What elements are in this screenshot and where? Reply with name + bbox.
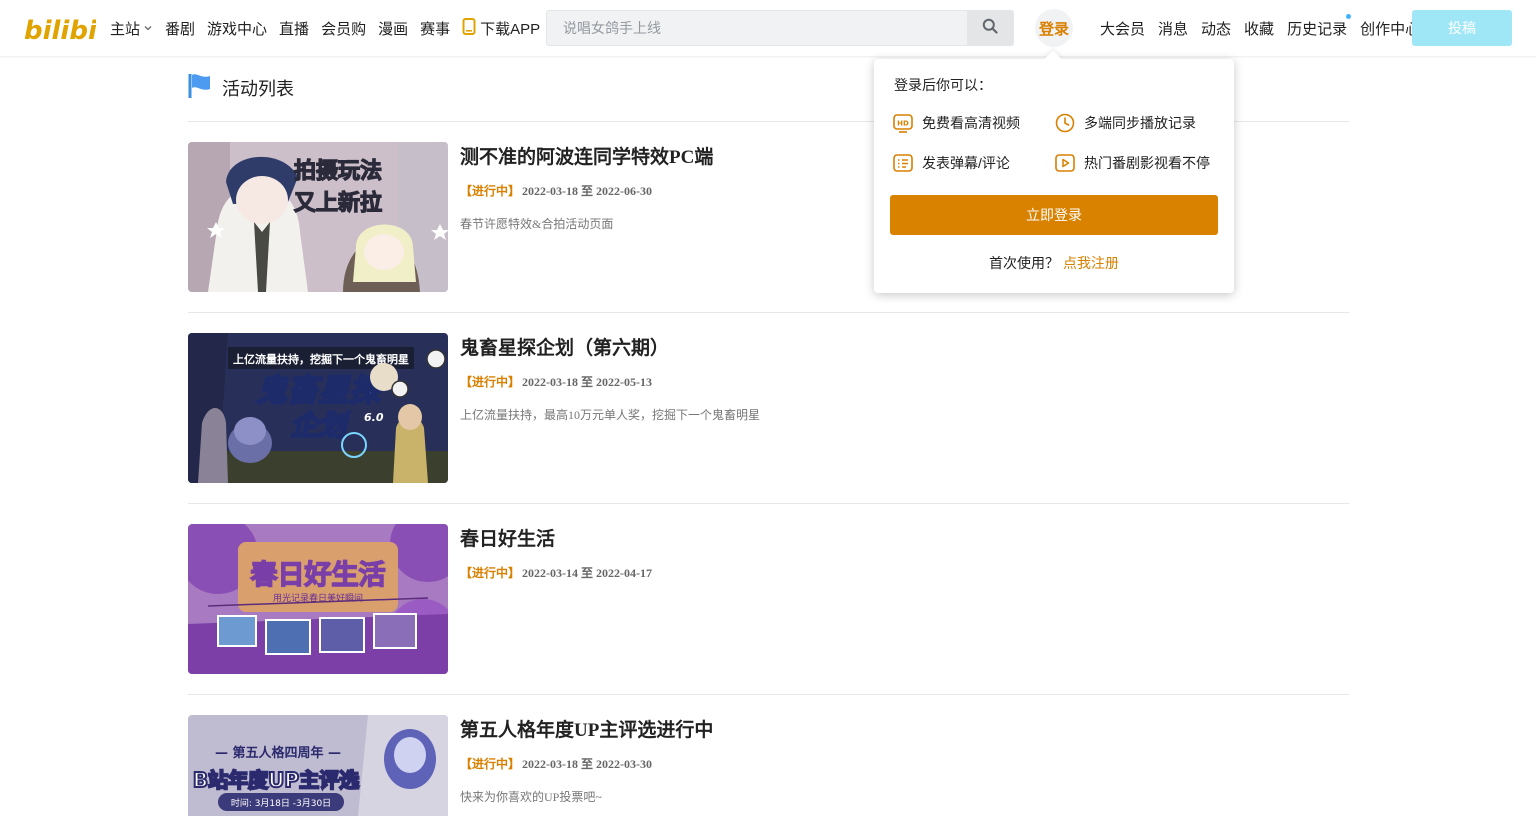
search-input[interactable] bbox=[547, 11, 967, 45]
status-badge: 【进行中】 bbox=[460, 757, 521, 771]
thumb-caption: 时间: 3月18日 -3月30日 bbox=[231, 797, 331, 809]
nav-item-esports[interactable]: 赛事 bbox=[420, 18, 450, 39]
thumb-caption: 企划 bbox=[290, 409, 350, 442]
login-now-button[interactable]: 立即登录 bbox=[890, 195, 1218, 235]
nav-item-messages[interactable]: 消息 bbox=[1158, 18, 1188, 39]
login-avatar-button[interactable]: 登录 bbox=[1035, 9, 1073, 47]
page-title: 活动列表 bbox=[222, 79, 294, 99]
activity-title[interactable]: 第五人格年度UP主评选进行中 bbox=[460, 715, 713, 742]
activity-title[interactable]: 鬼畜星探企划（第六期） bbox=[460, 333, 669, 360]
nav-item-game-center[interactable]: 游戏中心 bbox=[207, 18, 267, 39]
svg-text:HD: HD bbox=[897, 120, 909, 128]
activity-meta: 【进行中】 2022-03-18 至 2022-03-30 bbox=[460, 755, 652, 772]
upload-button[interactable]: 投稿 bbox=[1412, 10, 1512, 46]
thumb-caption: 拍摄玩法 bbox=[294, 158, 382, 184]
activity-thumbnail[interactable]: 春日好生活 用光记录春日美好瞬间 bbox=[188, 524, 448, 674]
nav-label: 主站 bbox=[110, 20, 141, 38]
play-icon bbox=[1054, 152, 1084, 174]
activity-item: — 第五人格四周年 — B站年度UP主评选 时间: 3月18日 -3月30日 第… bbox=[188, 715, 1349, 816]
nav-label: 历史记录 bbox=[1287, 20, 1348, 38]
phone-icon bbox=[462, 17, 476, 39]
divider bbox=[188, 312, 1349, 313]
activity-thumbnail[interactable]: 上亿流量扶持，挖掘下一个鬼畜明星 鬼畜星探 企划 6.0 bbox=[188, 333, 448, 483]
nav-label: 下载APP bbox=[480, 20, 541, 38]
nav-item-manga[interactable]: 漫画 bbox=[378, 18, 408, 39]
status-badge: 【进行中】 bbox=[460, 375, 521, 389]
top-header: bilibili 主站 番剧 游戏中心 直播 会员购 漫画 赛事 下载APP bbox=[0, 0, 1536, 56]
search-bar bbox=[546, 10, 1014, 46]
activity-thumbnail[interactable]: 拍摄玩法 又上新拉 bbox=[188, 142, 448, 292]
register-link[interactable]: 点我注册 bbox=[1063, 255, 1119, 271]
nav-item-mall[interactable]: 会员购 bbox=[321, 18, 366, 39]
status-badge: 【进行中】 bbox=[460, 566, 521, 580]
feature-sync-history: 多端同步播放记录 bbox=[1054, 112, 1196, 134]
notification-dot bbox=[1346, 13, 1352, 19]
feature-anime: 热门番剧影视看不停 bbox=[1054, 152, 1210, 174]
nav-item-vip[interactable]: 大会员 bbox=[1100, 18, 1145, 39]
flag-icon bbox=[188, 73, 212, 104]
activity-meta: 【进行中】 2022-03-18 至 2022-06-30 bbox=[460, 182, 652, 199]
activity-thumbnail[interactable]: — 第五人格四周年 — B站年度UP主评选 时间: 3月18日 -3月30日 bbox=[188, 715, 448, 816]
bilibili-logo[interactable]: bilibili bbox=[24, 11, 96, 45]
feature-label: 免费看高清视频 bbox=[922, 115, 1020, 131]
activity-description: 上亿流量扶持，最高10万元单人奖，挖掘下一个鬼畜明星 bbox=[460, 408, 761, 422]
status-badge: 【进行中】 bbox=[460, 184, 521, 198]
search-button[interactable] bbox=[967, 11, 1013, 45]
feature-comment: 发表弹幕/评论 bbox=[892, 152, 1010, 174]
thumb-caption: 春日好生活 bbox=[251, 560, 386, 591]
activity-description: 快来为你喜欢的UP投票吧~ bbox=[460, 790, 602, 804]
activity-item: 上亿流量扶持，挖掘下一个鬼畜明星 鬼畜星探 企划 6.0 鬼畜星探企划（第六期）… bbox=[188, 333, 1349, 483]
nav-item-anime[interactable]: 番剧 bbox=[165, 18, 195, 39]
logo-text: bilibili bbox=[24, 16, 96, 45]
activity-meta: 【进行中】 2022-03-18 至 2022-05-13 bbox=[460, 373, 652, 390]
nav-item-history[interactable]: 历史记录 bbox=[1287, 13, 1352, 39]
activity-item: 春日好生活 用光记录春日美好瞬间 春日好生活 【进行中】 2022-03-14 至… bbox=[188, 524, 1349, 674]
user-nav: 大会员 消息 动态 收藏 历史记录 创作中心 bbox=[1100, 0, 1433, 56]
comment-list-icon bbox=[892, 152, 922, 174]
popup-heading: 登录后你可以： bbox=[894, 77, 992, 93]
nav-item-main-site[interactable]: 主站 bbox=[110, 18, 153, 39]
activity-title[interactable]: 春日好生活 bbox=[460, 524, 555, 551]
thumb-caption: — 第五人格四周年 — bbox=[215, 745, 341, 761]
feature-label: 热门番剧影视看不停 bbox=[1084, 155, 1210, 171]
nav-item-live[interactable]: 直播 bbox=[279, 18, 309, 39]
activity-dates: 2022-03-18 至 2022-05-13 bbox=[522, 375, 653, 389]
thumb-caption: B站年度UP主评选 bbox=[193, 768, 359, 792]
chevron-down-icon bbox=[143, 20, 153, 37]
divider bbox=[188, 694, 1349, 695]
activity-dates: 2022-03-18 至 2022-03-30 bbox=[522, 757, 653, 771]
thumb-caption: 6.0 bbox=[364, 411, 384, 424]
thumb-caption: 鬼畜星探 bbox=[256, 373, 385, 409]
activity-meta: 【进行中】 2022-03-14 至 2022-04-17 bbox=[460, 564, 652, 581]
register-row: 首次使用？ 点我注册 bbox=[874, 253, 1234, 273]
divider bbox=[188, 503, 1349, 504]
thumb-caption: 又上新拉 bbox=[294, 190, 382, 216]
search-icon bbox=[982, 18, 998, 39]
section-header: 活动列表 bbox=[188, 73, 294, 104]
activity-title[interactable]: 测不准的阿波连同学特效PC端 bbox=[460, 142, 713, 169]
feature-label: 发表弹幕/评论 bbox=[922, 155, 1010, 171]
activity-dates: 2022-03-14 至 2022-04-17 bbox=[522, 566, 653, 580]
clock-icon bbox=[1054, 112, 1084, 134]
main-nav: 主站 番剧 游戏中心 直播 会员购 漫画 赛事 下载APP bbox=[110, 0, 552, 56]
login-popup: 登录后你可以： HD 免费看高清视频 多端同步播放记录 发表弹幕/评论 热门番剧… bbox=[874, 50, 1234, 293]
activity-description: 春节许愿特效&合拍活动页面 bbox=[460, 217, 614, 231]
feature-hd-video: HD 免费看高清视频 bbox=[892, 112, 1020, 134]
first-use-text: 首次使用？ bbox=[989, 255, 1059, 271]
hd-icon: HD bbox=[892, 112, 922, 134]
feature-label: 多端同步播放记录 bbox=[1084, 115, 1196, 131]
nav-item-download-app[interactable]: 下载APP bbox=[462, 17, 541, 39]
nav-item-dynamics[interactable]: 动态 bbox=[1201, 18, 1231, 39]
nav-item-favorites[interactable]: 收藏 bbox=[1244, 18, 1274, 39]
activity-dates: 2022-03-18 至 2022-06-30 bbox=[522, 184, 653, 198]
